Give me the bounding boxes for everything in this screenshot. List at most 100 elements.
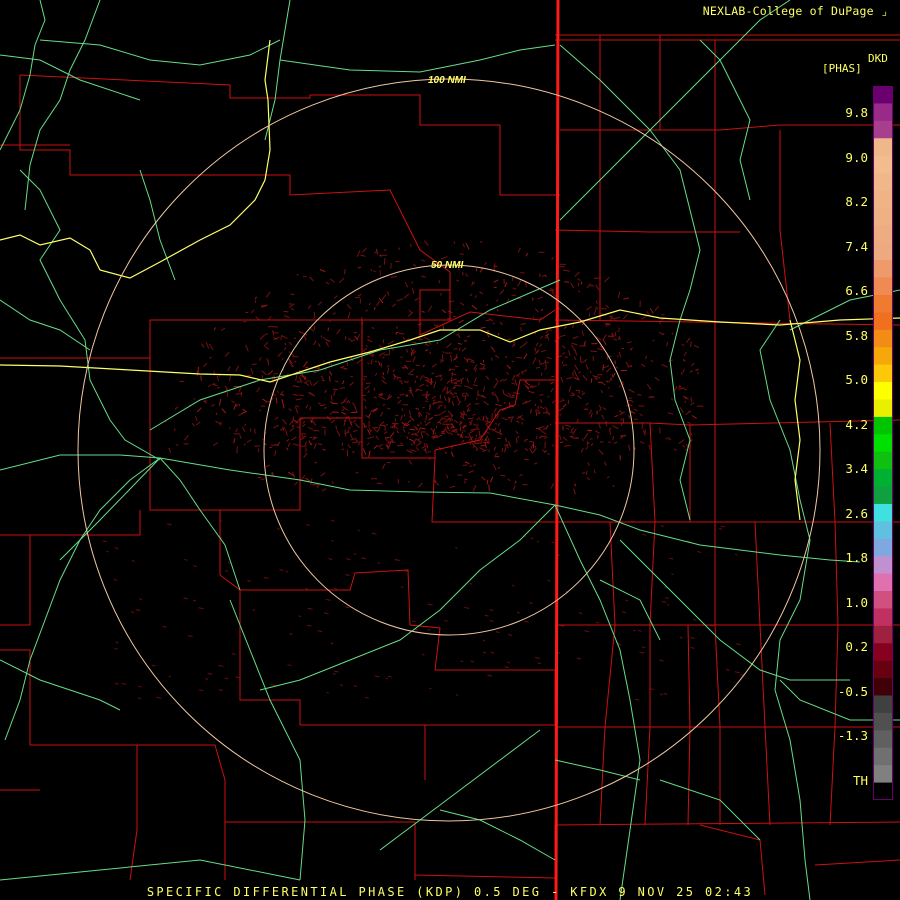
radar-return-speck [421,653,425,656]
radar-return-speck [497,422,500,427]
radar-return-speck [443,395,447,402]
radar-return-speck [378,393,384,395]
radar-return-speck [412,356,416,363]
radar-return-speck [398,332,405,335]
radar-return-speck [188,635,193,638]
state-boundary [554,0,560,900]
radar-return-speck [482,386,486,392]
radar-return-speck [287,442,291,448]
radar-return-speck [306,624,312,627]
radar-return-speck [238,403,241,407]
radar-return-speck [484,442,487,449]
radar-return-speck [545,361,550,364]
radar-return-speck [490,651,495,654]
radar-return-speck [620,423,623,427]
radar-return-speck [382,375,384,379]
radar-return-speck [479,446,486,452]
radar-return-speck [618,385,621,388]
radar-return-speck [697,551,701,553]
radar-return-speck [670,397,674,401]
radar-return-speck [654,376,660,382]
radar-return-speck [507,441,512,448]
radar-return-speck [389,432,395,439]
radar-return-speck [503,378,508,382]
radar-return-speck [441,423,449,425]
radar-return-speck [424,344,430,346]
radar-return-speck [720,525,725,528]
radar-return-speck [332,388,339,391]
radar-return-speck [381,379,387,385]
radar-return-speck [421,275,427,278]
radar-return-speck [461,427,465,429]
radar-return-speck [414,297,420,302]
radar-return-speck [328,558,333,560]
radar-return-speck [396,430,399,434]
radar-return-speck [634,447,636,450]
radar-return-speck [446,474,449,479]
radar-return-speck [682,368,685,373]
radar-return-speck [292,385,300,388]
radar-return-speck [423,336,431,341]
radar-return-speck [468,470,474,474]
radar-return-speck [365,309,368,313]
radar-return-speck [354,422,360,429]
radar-return-speck [421,427,426,430]
radar-return-speck [193,398,196,401]
radar-return-speck [549,423,552,426]
radar-return-speck [313,370,319,374]
radar-return-speck [512,394,515,397]
radar-return-speck [540,308,544,311]
radar-return-speck [515,420,520,424]
radar-return-speck [650,359,654,363]
radar-return-speck [295,374,298,381]
radar-return-speck [175,444,179,446]
radar-return-speck [323,360,325,363]
radar-return-speck [574,271,580,277]
radar-return-speck [561,345,566,349]
radar-return-speck [461,435,464,439]
radar-return-speck [519,345,523,349]
radar-return-speck [482,416,485,421]
radar-return-speck [282,402,285,409]
radar-return-speck [114,647,119,650]
radar-return-speck [374,251,377,254]
radar-return-speck [408,438,415,443]
radar-return-speck [562,352,566,355]
radar-return-speck [441,309,447,314]
radar-return-speck [106,550,109,553]
radar-return-speck [410,443,414,446]
radar-return-speck [212,442,219,447]
radar-return-speck [406,348,409,353]
radar-return-speck [541,349,547,353]
radar-return-speck [416,441,422,447]
color-scale-swatch [873,782,893,800]
radar-return-speck [508,416,515,418]
radar-return-speck [372,270,376,273]
radar-return-speck [465,275,469,277]
radar-return-speck [331,539,334,542]
radar-return-speck [270,684,277,687]
radar-return-speck [388,393,391,398]
radar-return-speck [519,327,522,332]
radar-return-speck [511,584,515,587]
radar-return-speck [377,562,380,565]
radar-return-speck [419,374,424,381]
radar-return-speck [577,290,580,293]
radar-return-speck [415,388,423,391]
color-scale-swatch [873,277,893,296]
radar-return-speck [648,444,651,451]
radar-return-speck [642,533,647,536]
radar-return-speck [420,432,424,439]
radar-return-speck [570,282,575,289]
radar-return-speck [512,485,516,491]
radar-return-speck [532,316,535,319]
radar-return-speck [544,406,549,412]
color-scale-swatch [873,207,893,226]
radar-return-speck [352,419,357,423]
radar-map[interactable]: 50 NMI 100 NMI [0,0,900,900]
radar-return-speck [646,383,652,390]
radar-return-speck [267,370,274,376]
color-scale-swatch [873,434,893,453]
radar-return-speck [588,409,593,415]
radar-return-speck [285,429,288,436]
